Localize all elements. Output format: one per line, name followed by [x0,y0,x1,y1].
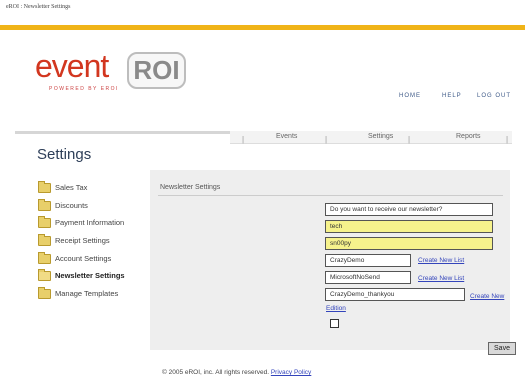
create-new-edition-link[interactable]: Create New [470,293,504,300]
logout-link[interactable]: LOG OUT [477,93,511,99]
folder-icon [38,199,51,211]
sidebar-item-label: Manage Templates [55,289,119,298]
section-heading: Newsletter Settings [160,184,221,191]
create-new-list-link[interactable]: Create New List [418,275,464,282]
sidebar-item-label: Payment Information [55,218,125,227]
sidebar-item-sales-tax[interactable]: Sales Tax [38,181,158,198]
help-link[interactable]: HELP [442,93,462,99]
sidebar-item-label: Sales Tax [55,183,88,192]
tab-separator: | [408,135,411,144]
sidebar-item-account-settings[interactable]: Account Settings [38,252,158,269]
section-divider [158,195,503,196]
sidebar-item-newsletter-settings[interactable]: Newsletter Settings [38,269,158,286]
save-button[interactable]: Save [488,342,516,355]
sidebar-item-label: Receipt Settings [55,236,110,245]
sidebar-item-discounts[interactable]: Discounts [38,199,158,216]
folder-icon [38,216,51,228]
folder-icon [38,287,51,299]
folder-icon [38,181,51,193]
page-title: Settings [37,146,92,163]
create-new-list-link[interactable]: Create New List [418,257,464,264]
tab-settings[interactable]: Settings [368,133,393,140]
logo-roi-badge: ROI [127,52,186,89]
sidebar-item-receipt-settings[interactable]: Receipt Settings [38,234,158,251]
copyright-text: © 2005 eROI, inc. All rights reserved. [162,369,270,376]
sidebar-item-label: Newsletter Settings [55,271,125,280]
logo-event-text: event [35,48,109,84]
logo-tagline: POWERED BY EROI [49,86,119,92]
list-select-secondary[interactable]: MicrosoftNoSend [325,271,411,284]
tab-reports[interactable]: Reports [456,133,481,140]
folder-icon [38,252,51,264]
password-field[interactable]: sn00py [325,237,493,250]
username-field[interactable]: tech [325,220,493,233]
list-select-primary[interactable]: CrazyDemo [325,254,411,267]
sidebar-item-manage-templates[interactable]: Manage Templates [38,287,158,304]
header-accent-bar [0,25,525,30]
edition-select[interactable]: CrazyDemo_thankyou [325,288,465,301]
sidebar-item-label: Account Settings [55,254,112,263]
tab-separator: | [506,135,509,144]
newsletter-checkbox[interactable] [330,319,339,328]
sidebar-item-payment-information[interactable]: Payment Information [38,216,158,233]
home-link[interactable]: HOME [399,93,421,99]
logo-roi-text: ROI [133,55,180,85]
folder-open-icon [38,269,51,281]
tab-separator: | [325,135,328,144]
footer: © 2005 eROI, inc. All rights reserved. P… [162,369,311,376]
window-title: eROI : Newsletter Settings [6,4,71,10]
newsletter-question-field[interactable]: Do you want to receive our newsletter? [325,203,493,216]
eventroi-logo: event ROI POWERED BY EROI [35,48,195,96]
privacy-policy-link[interactable]: Privacy Policy [271,369,311,376]
sidebar-item-label: Discounts [55,201,88,210]
tab-separator: | [242,135,245,144]
create-new-edition-link-wrap[interactable]: Edition [326,305,346,312]
tab-events[interactable]: Events [276,133,297,140]
folder-icon [38,234,51,246]
